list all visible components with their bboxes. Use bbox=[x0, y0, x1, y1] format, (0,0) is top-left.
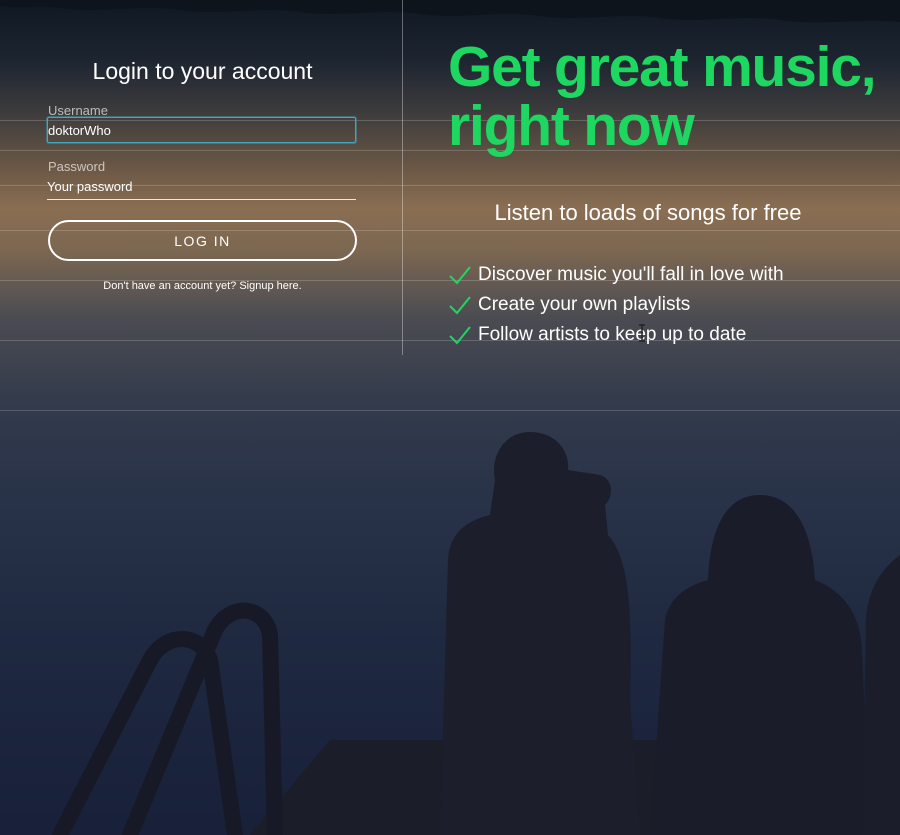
headline-line-2: right now bbox=[448, 94, 695, 158]
feature-item: Follow artists to keep up to date bbox=[448, 320, 784, 350]
subheadline: Listen to loads of songs for free bbox=[494, 200, 802, 225]
check-icon bbox=[449, 326, 471, 345]
login-button[interactable]: LOG IN bbox=[48, 220, 357, 261]
feature-item: Create your own playlists bbox=[448, 290, 784, 320]
check-icon bbox=[449, 266, 471, 285]
signup-link[interactable]: Don't have an account yet? Signup here. bbox=[48, 280, 357, 292]
feature-text: Create your own playlists bbox=[478, 294, 691, 315]
login-title: Login to your account bbox=[92, 58, 313, 84]
username-input[interactable] bbox=[47, 117, 356, 143]
username-label: Username bbox=[48, 103, 108, 118]
password-label: Password bbox=[48, 159, 106, 174]
check-icon bbox=[449, 296, 471, 315]
feature-item: Discover music you'll fall in love with bbox=[448, 260, 784, 290]
text-cursor-icon bbox=[639, 324, 645, 342]
headline-line-1: Get great music, bbox=[448, 35, 877, 99]
vertical-divider bbox=[402, 0, 403, 355]
password-input[interactable] bbox=[47, 174, 356, 200]
feature-text: Discover music you'll fall in love with bbox=[478, 264, 784, 285]
feature-text: Follow artists to keep up to date bbox=[478, 324, 747, 345]
headline: Get great music, right now bbox=[448, 35, 877, 158]
feature-list: Discover music you'll fall in love with … bbox=[448, 260, 784, 350]
